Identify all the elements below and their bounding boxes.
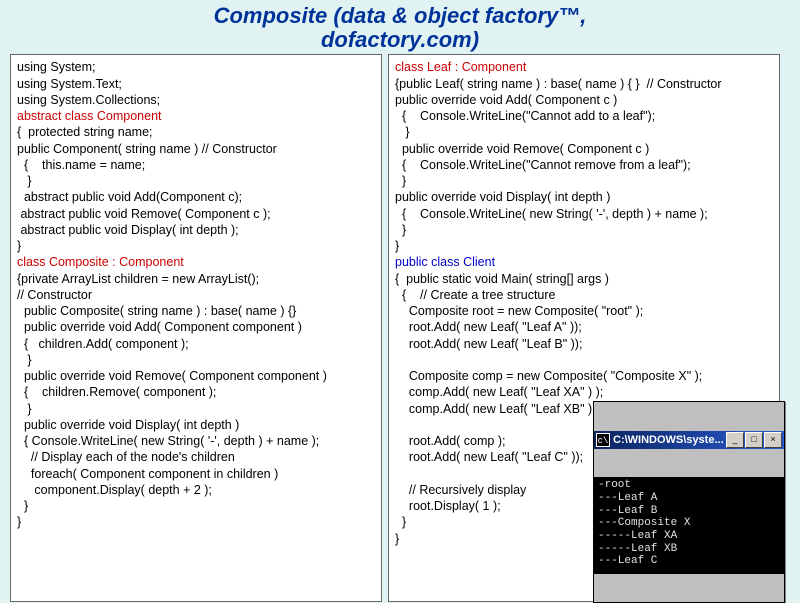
code-pane-right: class Leaf : Component {public Leaf( str… bbox=[388, 54, 780, 602]
code-line: public override void Remove( Component c… bbox=[395, 142, 649, 156]
code-line: } bbox=[17, 515, 21, 529]
code-line: } bbox=[395, 239, 399, 253]
code-line: {public Leaf( string name ) : base( name… bbox=[395, 77, 722, 91]
code-line: { children.Remove( component ); bbox=[17, 385, 216, 399]
code-line: root.Add( new Leaf( "Leaf C" )); bbox=[395, 450, 583, 464]
code-line: component.Display( depth + 2 ); bbox=[17, 483, 212, 497]
code-line: { Console.WriteLine("Cannot remove from … bbox=[395, 158, 691, 172]
code-line: foreach( Component component in children… bbox=[17, 467, 278, 481]
code-line: abstract public void Remove( Component c… bbox=[17, 207, 271, 221]
code-line: { public static void Main( string[] args… bbox=[395, 272, 609, 286]
code-line: using System; bbox=[17, 60, 96, 74]
code-line: class Leaf : Component bbox=[395, 60, 526, 74]
code-line: { protected string name; bbox=[17, 125, 153, 139]
code-line: root.Add( new Leaf( "Leaf B" )); bbox=[395, 337, 582, 351]
code-line: } bbox=[395, 515, 406, 529]
cmd-icon: c\ bbox=[596, 433, 610, 447]
code-line: } bbox=[17, 174, 32, 188]
code-line: Composite comp = new Composite( "Composi… bbox=[395, 369, 702, 383]
console-titlebar[interactable]: c\ C:\WINDOWS\syste... _ □ × bbox=[594, 431, 784, 449]
code-line: } bbox=[17, 499, 28, 513]
code-line: } bbox=[17, 239, 21, 253]
code-line: // Display each of the node's children bbox=[17, 450, 235, 464]
console-window: c\ C:\WINDOWS\syste... _ □ × -root ---Le… bbox=[593, 401, 785, 603]
code-line: {private ArrayList children = new ArrayL… bbox=[17, 272, 259, 286]
code-line: Composite root = new Composite( "root" )… bbox=[395, 304, 643, 318]
close-button[interactable]: × bbox=[764, 432, 782, 448]
code-line: public override void Display( int depth … bbox=[395, 190, 610, 204]
code-line: // Recursively display bbox=[395, 483, 526, 497]
code-line: { Console.WriteLine( new String( '-', de… bbox=[395, 207, 708, 221]
code-line: public override void Display( int depth … bbox=[17, 418, 239, 432]
code-line: // Constructor bbox=[17, 288, 92, 302]
slide-title: Composite (data & object factory™, dofac… bbox=[0, 0, 800, 52]
code-line: public Component( string name ) // Const… bbox=[17, 142, 277, 156]
code-line: } bbox=[395, 174, 406, 188]
console-output: -root ---Leaf A ---Leaf B ---Composite X… bbox=[594, 477, 784, 573]
minimize-button[interactable]: _ bbox=[726, 432, 744, 448]
code-panes: using System; using System.Text; using S… bbox=[10, 54, 790, 602]
code-line: { Console.WriteLine("Cannot add to a lea… bbox=[395, 109, 655, 123]
code-line: { children.Add( component ); bbox=[17, 337, 189, 351]
title-line-1: Composite (data & object factory™, bbox=[214, 3, 587, 28]
code-line: } bbox=[395, 532, 399, 546]
code-line: using System.Text; bbox=[17, 77, 122, 91]
code-line: using System.Collections; bbox=[17, 93, 160, 107]
code-line: public class Client bbox=[395, 255, 495, 269]
code-line: public override void Add( Component comp… bbox=[17, 320, 302, 334]
console-title: C:\WINDOWS\syste... bbox=[613, 433, 726, 447]
code-line: { // Create a tree structure bbox=[395, 288, 556, 302]
code-line: abstract public void Add(Component c); bbox=[17, 190, 242, 204]
code-line: root.Display( 1 ); bbox=[395, 499, 501, 513]
code-line: public override void Add( Component c ) bbox=[395, 93, 617, 107]
code-line: } bbox=[395, 223, 406, 237]
code-line: comp.Add( new Leaf( "Leaf XA" ) ); bbox=[395, 385, 603, 399]
code-line: public override void Remove( Component c… bbox=[17, 369, 327, 383]
code-pane-left: using System; using System.Text; using S… bbox=[10, 54, 382, 602]
code-line: comp.Add( new Leaf( "Leaf XB" ) ); bbox=[395, 402, 603, 416]
code-line: } bbox=[17, 402, 32, 416]
code-line: } bbox=[395, 125, 410, 139]
code-line: class Composite : Component bbox=[17, 255, 184, 269]
code-line: { Console.WriteLine( new String( '-', de… bbox=[17, 434, 319, 448]
code-line: { this.name = name; bbox=[17, 158, 145, 172]
code-line: abstract public void Display( int depth … bbox=[17, 223, 239, 237]
maximize-button[interactable]: □ bbox=[745, 432, 763, 448]
code-line: public Composite( string name ) : base( … bbox=[17, 304, 296, 318]
code-line: } bbox=[17, 353, 32, 367]
code-line: abstract class Component bbox=[17, 109, 162, 123]
code-line: root.Add( comp ); bbox=[395, 434, 505, 448]
code-line: root.Add( new Leaf( "Leaf A" )); bbox=[395, 320, 582, 334]
title-line-2: dofactory.com) bbox=[321, 27, 479, 52]
